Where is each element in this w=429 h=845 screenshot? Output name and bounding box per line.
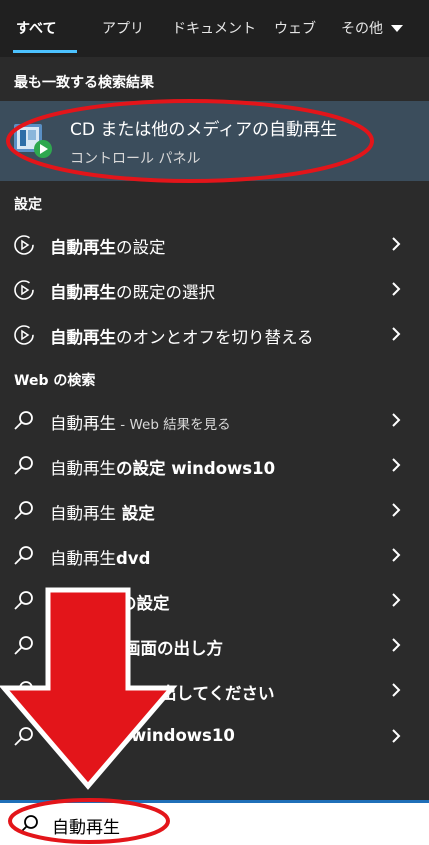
web-item-completion: の設定 bbox=[120, 594, 170, 613]
autoplay-control-panel-icon bbox=[14, 124, 52, 158]
chevron-right-icon bbox=[392, 638, 401, 652]
web-item-completion: windows10 bbox=[131, 726, 235, 745]
best-match-title: CD または他のメディアの自動再生 bbox=[70, 120, 338, 140]
tab-documents[interactable]: ドキュメント bbox=[172, 18, 256, 38]
search-icon bbox=[20, 815, 38, 833]
caret-down-icon bbox=[391, 25, 404, 32]
search-icon bbox=[14, 681, 33, 700]
web-result-item[interactable]: 画面の出し方 bbox=[0, 623, 429, 667]
chevron-right-icon bbox=[392, 683, 401, 697]
search-box[interactable]: 自動再生 bbox=[0, 800, 429, 845]
web-item-query: 自動再生 bbox=[50, 549, 116, 568]
search-icon bbox=[14, 456, 33, 475]
search-icon bbox=[14, 411, 33, 430]
best-match-subtitle: コントロール パネル bbox=[70, 151, 201, 167]
search-icon bbox=[14, 546, 33, 565]
settings-item-highlight: 自動再生 bbox=[50, 328, 116, 347]
chevron-right-icon bbox=[392, 593, 401, 607]
settings-heading: 設定 bbox=[14, 197, 42, 213]
web-item-completion: 出してください bbox=[160, 684, 275, 703]
settings-item-label: の設定 bbox=[116, 238, 166, 257]
search-input[interactable]: 自動再生 bbox=[52, 813, 120, 838]
best-match-heading: 最も一致する検索結果 bbox=[14, 75, 154, 91]
settings-item-highlight: 自動再生 bbox=[50, 283, 116, 302]
web-item-completion: 設定 bbox=[116, 504, 155, 523]
web-item-query: 自動再生 bbox=[50, 414, 116, 433]
web-search-heading: Web の検索 bbox=[14, 373, 96, 389]
web-item-completion: dvd bbox=[116, 549, 151, 568]
web-item-completion: の設定 windows10 bbox=[116, 459, 276, 478]
search-icon bbox=[14, 501, 33, 520]
chevron-right-icon bbox=[392, 548, 401, 562]
search-icon bbox=[14, 636, 33, 655]
web-result-item[interactable]: 自動再生dvd bbox=[0, 533, 429, 577]
tab-more-label: その他 bbox=[341, 21, 383, 37]
settings-item-label: のオンとオフを切り替える bbox=[116, 328, 314, 347]
autoplay-settings-icon bbox=[14, 280, 34, 300]
active-tab-indicator bbox=[13, 50, 77, 53]
settings-result-item[interactable]: 自動再生の既定の選択 bbox=[0, 267, 429, 311]
chevron-right-icon bbox=[392, 413, 401, 427]
settings-result-item[interactable]: 自動再生のオンとオフを切り替える bbox=[0, 312, 429, 356]
settings-item-highlight: 自動再生 bbox=[50, 238, 116, 257]
chevron-right-icon bbox=[392, 237, 401, 251]
tab-apps[interactable]: アプリ bbox=[102, 18, 144, 38]
autoplay-settings-icon bbox=[14, 235, 34, 255]
web-result-item[interactable]: 自動再生の設定 windows10 bbox=[0, 443, 429, 487]
web-result-item[interactable]: 出してください bbox=[0, 668, 429, 712]
web-item-query: 自動再生 bbox=[50, 504, 116, 523]
web-item-query: 自動再生 bbox=[50, 459, 116, 478]
chevron-right-icon bbox=[392, 729, 401, 743]
chevron-right-icon bbox=[392, 458, 401, 472]
web-result-item[interactable]: 自動再生 - Web 結果を見る bbox=[0, 398, 429, 442]
web-item-suffix: - Web 結果を見る bbox=[116, 417, 231, 433]
web-result-item[interactable]: 自動再生 設定 bbox=[0, 488, 429, 532]
settings-result-item[interactable]: 自動再生の設定 bbox=[0, 222, 429, 266]
best-match-result[interactable]: CD または他のメディアの自動再生 コントロール パネル bbox=[0, 101, 429, 181]
chevron-right-icon bbox=[392, 327, 401, 341]
settings-item-label: の既定の選択 bbox=[116, 283, 215, 302]
search-filter-tabs: すべて アプリ ドキュメント ウェブ その他 bbox=[0, 0, 429, 57]
tab-web[interactable]: ウェブ bbox=[274, 18, 316, 38]
tab-all[interactable]: すべて bbox=[16, 18, 56, 38]
autoplay-settings-icon bbox=[14, 325, 34, 345]
search-icon bbox=[14, 727, 33, 746]
web-result-item[interactable]: windows10 bbox=[0, 714, 429, 758]
web-item-completion: 画面の出し方 bbox=[124, 639, 223, 658]
chevron-right-icon bbox=[392, 503, 401, 517]
tab-more[interactable]: その他 bbox=[341, 18, 404, 38]
search-icon bbox=[14, 591, 33, 610]
chevron-right-icon bbox=[392, 282, 401, 296]
web-result-item[interactable]: の設定 bbox=[0, 578, 429, 622]
